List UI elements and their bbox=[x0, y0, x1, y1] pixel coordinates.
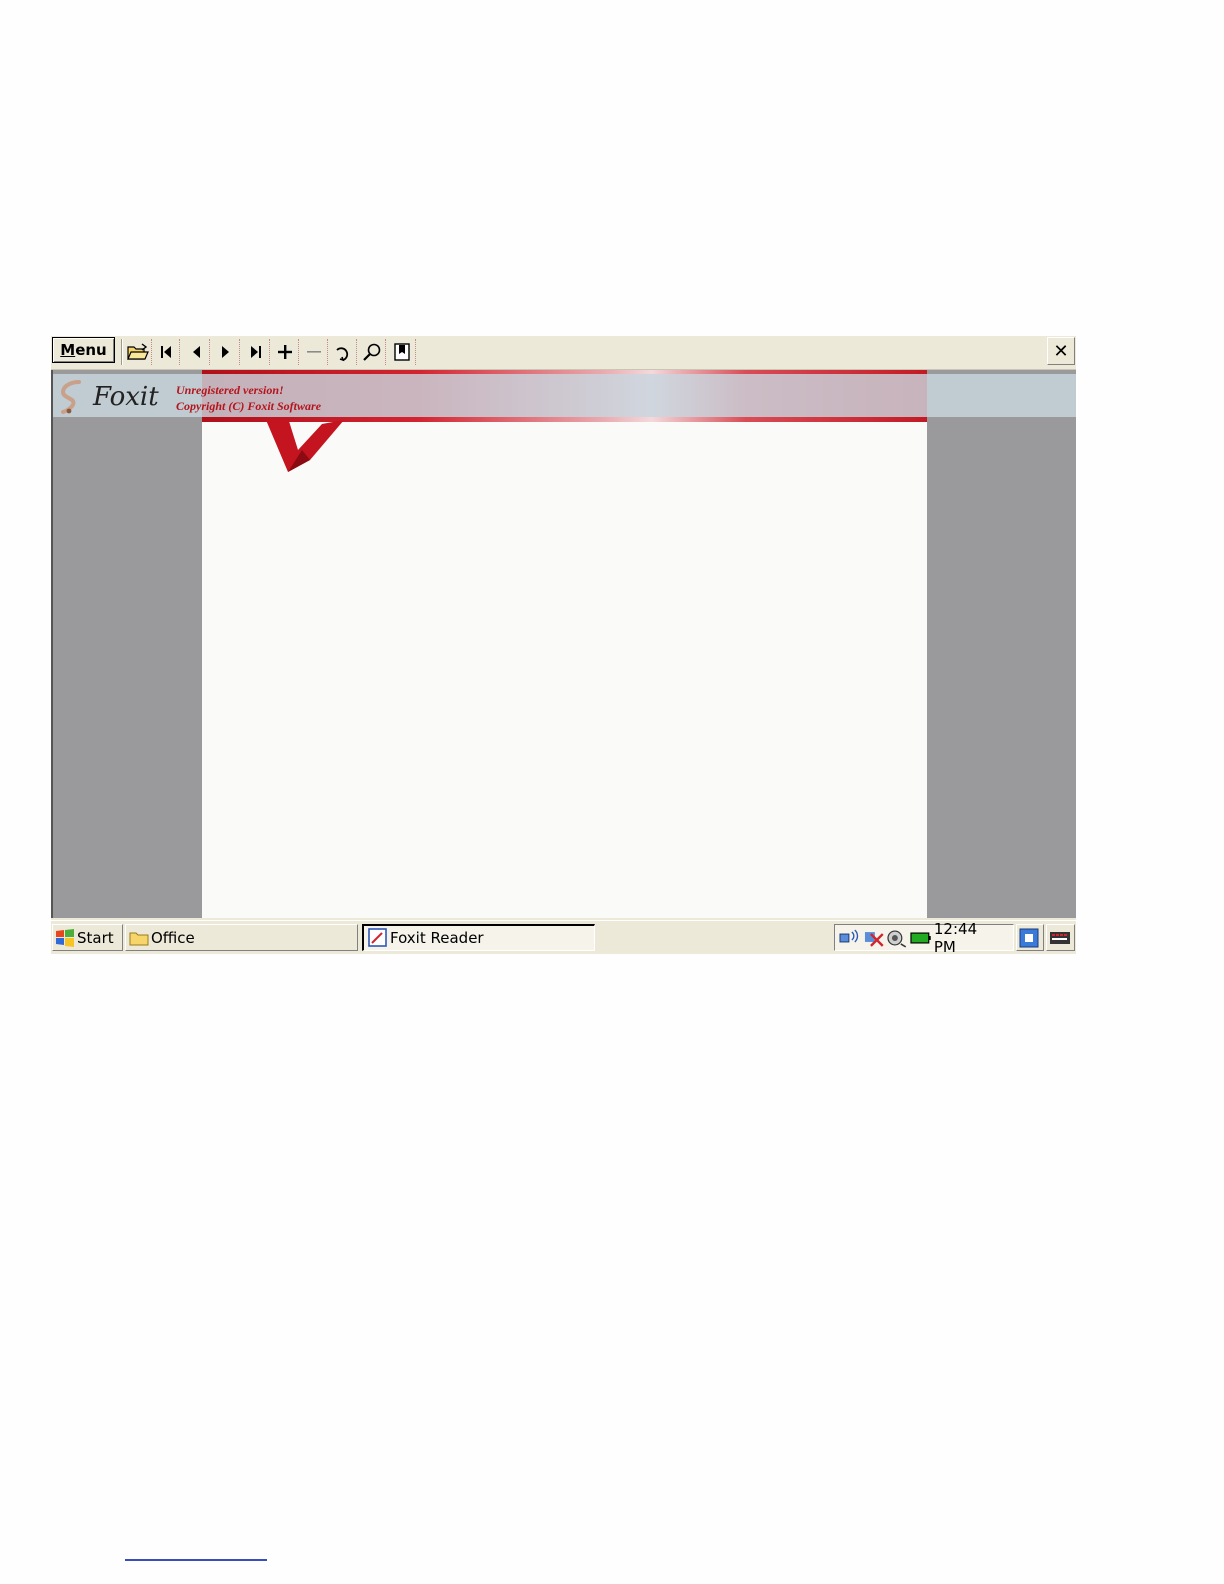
close-icon: ✕ bbox=[1053, 340, 1069, 362]
foxit-reader-app-icon bbox=[368, 928, 387, 947]
taskbar-item-foxit-reader[interactable]: Foxit Reader bbox=[362, 924, 595, 951]
start-label: Start bbox=[77, 928, 114, 947]
open-icon bbox=[126, 343, 149, 360]
volume-icon[interactable] bbox=[886, 928, 908, 948]
open-button[interactable] bbox=[124, 339, 152, 365]
taskbar: Start Office Foxit Reader 12:44 PM bbox=[51, 920, 1076, 956]
bookmark-icon bbox=[393, 343, 410, 361]
system-tray: 12:44 PM bbox=[834, 920, 1014, 956]
taskbar-item-office[interactable]: Office bbox=[125, 924, 358, 951]
zoom-out-button[interactable] bbox=[300, 339, 328, 365]
desktop-button[interactable] bbox=[1016, 924, 1044, 951]
next-page-button[interactable] bbox=[212, 339, 240, 365]
close-button[interactable]: ✕ bbox=[1047, 337, 1075, 365]
copyright-notice: Copyright (C) Foxit Software bbox=[176, 399, 322, 413]
first-page-button[interactable] bbox=[152, 339, 180, 365]
find-icon bbox=[362, 343, 380, 361]
ribbon-decoration bbox=[266, 418, 344, 472]
start-button[interactable]: Start bbox=[52, 924, 123, 951]
foxit-reader-label: Foxit Reader bbox=[390, 929, 484, 947]
next-page-icon bbox=[221, 346, 229, 358]
folder-icon bbox=[129, 932, 149, 945]
last-page-button[interactable] bbox=[242, 339, 270, 365]
rotate-icon bbox=[335, 347, 348, 362]
toolbar-separator bbox=[121, 339, 123, 365]
previous-page-icon bbox=[192, 346, 200, 358]
disconnected-icon[interactable] bbox=[863, 928, 885, 948]
menu-button[interactable]: Menu bbox=[52, 337, 115, 363]
footer-link-underline[interactable] bbox=[125, 1556, 267, 1561]
app-logo-text: Foxit bbox=[93, 382, 159, 412]
zoom-in-button[interactable] bbox=[271, 339, 299, 365]
unregistered-notice: Unregistered version! bbox=[176, 383, 284, 397]
foxit-logo-icon bbox=[60, 380, 81, 414]
windows-logo-icon bbox=[56, 928, 74, 947]
zoom-out-icon bbox=[306, 351, 321, 353]
menu-label: enu bbox=[75, 341, 107, 359]
previous-page-button[interactable] bbox=[182, 339, 210, 365]
unregistered-banner: Foxit Unregistered version! Copyright (C… bbox=[53, 374, 1076, 417]
document-viewer[interactable]: Foxit Unregistered version! Copyright (C… bbox=[51, 370, 1076, 918]
pdf-page bbox=[202, 370, 927, 918]
network-icon[interactable] bbox=[839, 928, 861, 948]
device-screen: Menu ✕ Foxit Unregistered version! Copyr… bbox=[51, 336, 1076, 956]
battery-icon[interactable] bbox=[910, 931, 932, 945]
keyboard-button[interactable] bbox=[1046, 924, 1075, 951]
last-page-icon bbox=[250, 346, 261, 358]
bookmark-button[interactable] bbox=[388, 339, 416, 365]
keyboard-icon bbox=[1049, 931, 1070, 944]
first-page-icon bbox=[160, 346, 171, 358]
menu-label-mnemonic: M bbox=[60, 341, 76, 359]
office-label: Office bbox=[151, 928, 195, 947]
toolbar: Menu ✕ bbox=[51, 336, 1076, 370]
rotate-button[interactable] bbox=[329, 339, 357, 365]
zoom-in-icon bbox=[277, 345, 292, 359]
desktop-icon bbox=[1019, 928, 1039, 947]
find-button[interactable] bbox=[358, 339, 386, 365]
clock[interactable]: 12:44 PM bbox=[934, 920, 1003, 956]
